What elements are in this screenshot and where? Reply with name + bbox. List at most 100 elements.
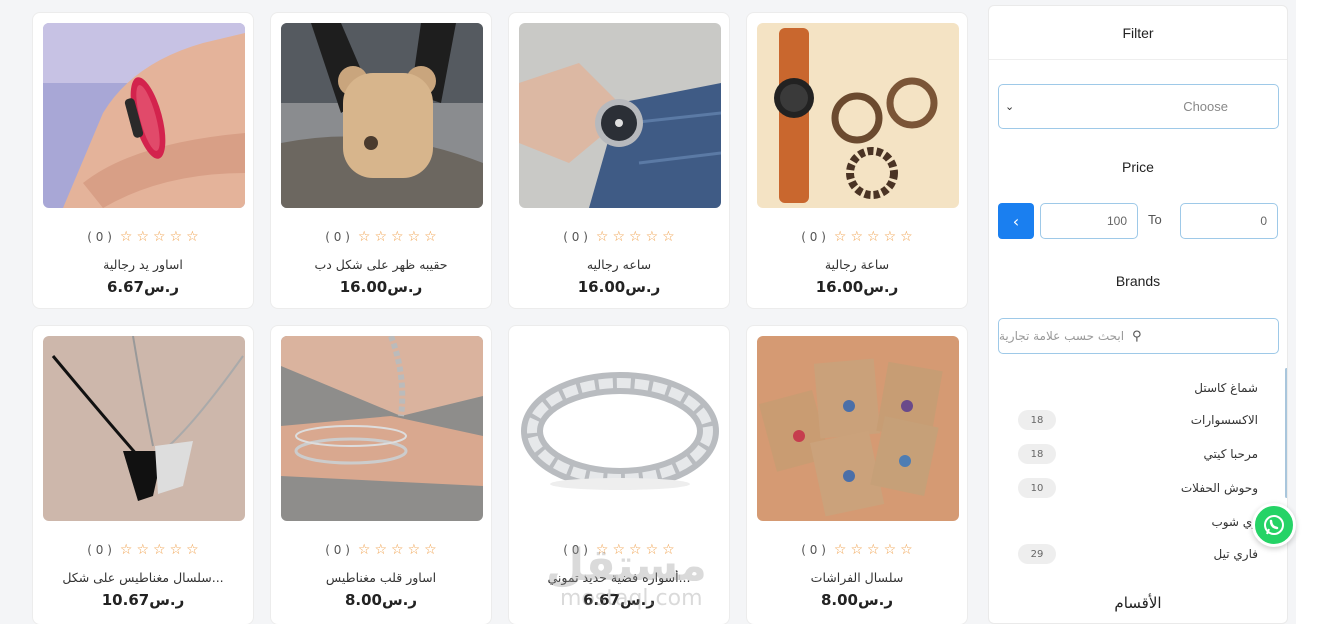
product-image[interactable] (757, 336, 959, 521)
chevron-left-icon: ‹ (1012, 211, 1020, 231)
star-icon: ☆ (119, 229, 133, 245)
page-gutter (1296, 0, 1323, 624)
star-icon: ☆ (407, 229, 421, 245)
whatsapp-chat-button[interactable] (1252, 503, 1296, 547)
star-icon: ☆ (850, 229, 864, 245)
price-min-input[interactable]: 0 (1180, 203, 1278, 239)
brand-search-input[interactable]: ⚲ ابحث حسب علامة تجارية (998, 318, 1279, 354)
product-price: 16.00ر.س (815, 278, 899, 296)
brand-item[interactable]: 18 مرحبا كيتي (1018, 444, 1258, 464)
star-icon: ☆ (186, 229, 199, 245)
star-icon: ☆ (833, 542, 847, 558)
product-image[interactable] (519, 23, 721, 208)
star-icon: ☆ (424, 229, 437, 245)
star-icon: ☆ (374, 229, 388, 245)
filter-sidebar: Filter ⌄ Choose Price ‹ 100 To 0 Brands … (988, 5, 1288, 624)
rating-count: ( 0 ) (801, 543, 826, 557)
price-range: ‹ 100 To 0 (998, 203, 1279, 239)
brand-count: 18 (1018, 444, 1056, 464)
brand-list-scrollbar[interactable] (1285, 368, 1287, 498)
star-icon: ☆ (900, 229, 913, 245)
star-icon: ☆ (867, 542, 880, 558)
price-to-label: To (1148, 212, 1162, 227)
star-icon: ☆ (136, 542, 150, 558)
product-image[interactable] (281, 336, 483, 521)
star-icon: ☆ (153, 229, 166, 245)
star-rating: ( 0 ) ☆ ☆ ☆ ☆ ☆ (271, 230, 491, 244)
rating-count: ( 0 ) (325, 543, 350, 557)
search-icon: ⚲ (1132, 328, 1142, 344)
butterfly-necklaces-image (757, 336, 959, 521)
star-icon: ☆ (357, 229, 371, 245)
product-card[interactable]: ( 0 ) ☆ ☆ ☆ ☆ ☆ اساور يد رجالية 6.67ر.س (32, 12, 254, 309)
product-price: 10.67ر.س (101, 591, 185, 609)
star-icon: ☆ (883, 229, 897, 245)
star-rating: ( 0 ) ☆ ☆ ☆ ☆ ☆ (509, 230, 729, 244)
product-card[interactable]: ( 0 ) ☆ ☆ ☆ ☆ ☆ سلسال الفراشات 8.00ر.س (746, 325, 968, 624)
price-max-input[interactable]: 100 (1040, 203, 1138, 239)
brand-name: مرحبا كيتي (1203, 447, 1258, 461)
product-name[interactable]: اساور قلب مغناطيس (283, 570, 479, 585)
product-name[interactable]: ساعه رجاليه (521, 257, 717, 272)
brand-item[interactable]: 10 وحوش الحفلات (1018, 478, 1258, 498)
brand-name: الاكسسوارات (1190, 413, 1258, 427)
categories-title: الأقسام (1114, 594, 1162, 612)
apply-price-button[interactable]: ‹ (998, 203, 1034, 239)
star-rating: ( 0 ) ☆ ☆ ☆ ☆ ☆ (33, 230, 253, 244)
product-card[interactable]: ( 0 ) ☆ ☆ ☆ ☆ ☆ ساعة رجالية 16.00ر.س (746, 12, 968, 309)
product-name[interactable]: اساور يد رجالية (45, 257, 241, 272)
star-icon: ☆ (850, 542, 864, 558)
product-name[interactable]: سلسال الفراشات (759, 570, 955, 585)
price-title: Price (1122, 159, 1154, 175)
rating-count: ( 0 ) (801, 230, 826, 244)
chevron-down-icon: ⌄ (1005, 101, 1015, 113)
product-image[interactable] (519, 336, 721, 521)
product-card[interactable]: ( 0 ) ☆ ☆ ☆ ☆ ☆ ساعه رجاليه 16.00ر.س (508, 12, 730, 309)
brand-item[interactable]: 18 الاكسسوارات (1018, 410, 1258, 430)
brand-item[interactable]: زي شوب (1018, 512, 1258, 532)
steel-watch-image (519, 23, 721, 208)
star-icon: ☆ (645, 229, 659, 245)
brand-name: زي شوب (1211, 515, 1258, 529)
product-price: 8.00ر.س (820, 591, 894, 609)
brand-name: شماغ كاستل (1194, 381, 1258, 395)
chain-bracelet-image (281, 336, 483, 521)
star-icon: ☆ (169, 229, 183, 245)
rating-count: ( 0 ) (87, 230, 112, 244)
product-card[interactable]: ( 0 ) ☆ ☆ ☆ ☆ ☆ حقيبه ظهر على شكل دب 16.00ر.… (270, 12, 492, 309)
star-rating: ( 0 ) ☆ ☆ ☆ ☆ ☆ (33, 543, 253, 557)
star-icon: ☆ (169, 542, 183, 558)
watermark-url: mostaql.com (560, 586, 703, 611)
red-rope-bracelet-image (43, 23, 245, 208)
star-rating: ( 0 ) ☆ ☆ ☆ ☆ ☆ (747, 230, 967, 244)
brand-item[interactable]: 29 فاري تيل (1018, 544, 1258, 564)
brand-item[interactable]: شماغ كاستل (1018, 378, 1258, 398)
product-image[interactable] (757, 23, 959, 208)
star-icon: ☆ (374, 542, 388, 558)
star-rating: ( 0 ) ☆ ☆ ☆ ☆ ☆ (271, 543, 491, 557)
product-image[interactable] (281, 23, 483, 208)
star-icon: ☆ (407, 542, 421, 558)
brand-search-placeholder: ابحث حسب علامة تجارية (999, 329, 1125, 343)
star-rating: ( 0 ) ☆ ☆ ☆ ☆ ☆ (747, 543, 967, 557)
star-icon: ☆ (833, 229, 847, 245)
star-icon: ☆ (883, 542, 897, 558)
product-image[interactable] (43, 336, 245, 521)
brand-name: فاري تيل (1213, 547, 1258, 561)
star-icon: ☆ (900, 542, 913, 558)
rating-count: ( 0 ) (325, 230, 350, 244)
rating-count: ( 0 ) (563, 230, 588, 244)
product-image[interactable] (43, 23, 245, 208)
product-name[interactable]: سلسال مغناطيس على شكل... (45, 570, 241, 585)
star-icon: ☆ (153, 542, 166, 558)
product-name[interactable]: ساعة رجالية (759, 257, 955, 272)
star-icon: ☆ (867, 229, 880, 245)
product-price: 8.00ر.س (344, 591, 418, 609)
star-icon: ☆ (119, 542, 133, 558)
product-name[interactable]: حقيبه ظهر على شكل دب (283, 257, 479, 272)
star-icon: ☆ (662, 229, 675, 245)
product-card[interactable]: ( 0 ) ☆ ☆ ☆ ☆ ☆ اساور قلب مغناطيس 8.00ر.س (270, 325, 492, 624)
category-select[interactable]: ⌄ Choose (998, 84, 1279, 129)
product-card[interactable]: ( 0 ) ☆ ☆ ☆ ☆ ☆ سلسال مغناطيس على شكل... 10.… (32, 325, 254, 624)
star-icon: ☆ (391, 542, 404, 558)
